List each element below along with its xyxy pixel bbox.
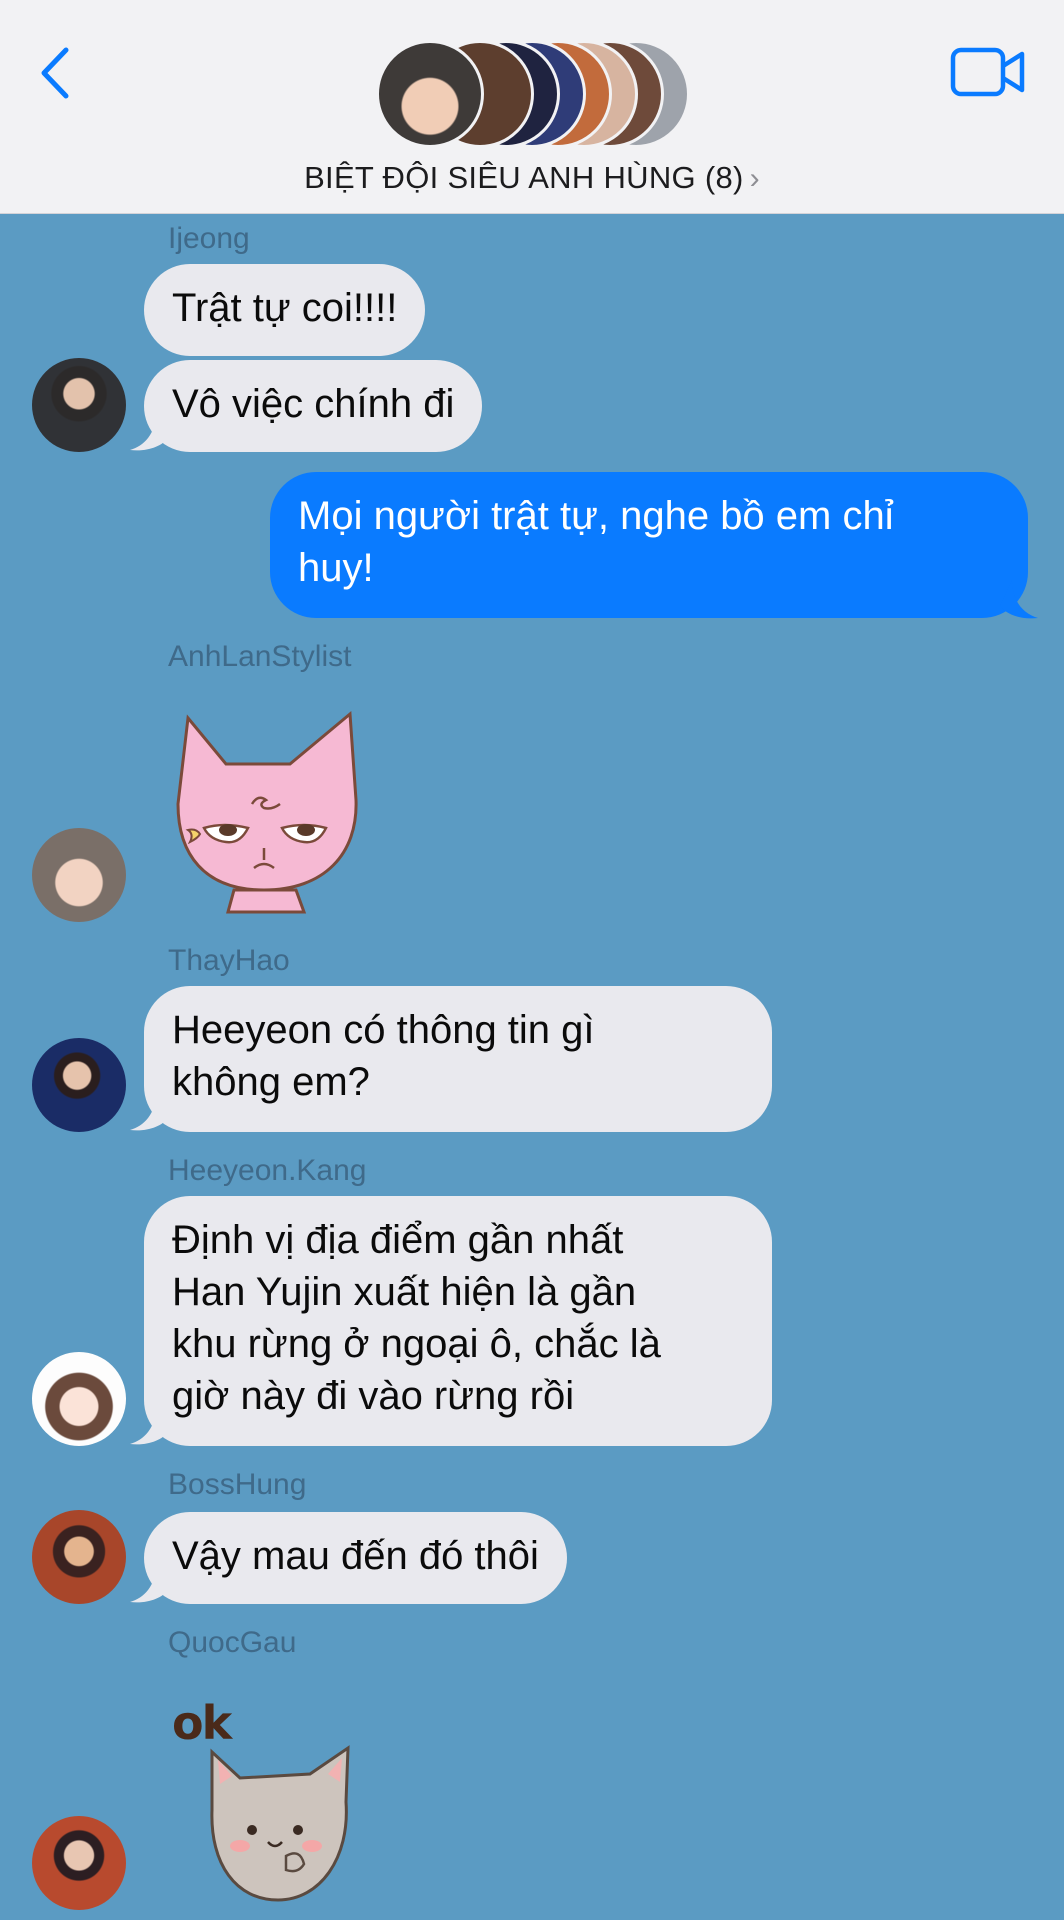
ok-cat-sticker[interactable] xyxy=(200,1740,360,1910)
message-text-line: Heeyeon có thông tin gì xyxy=(172,1008,595,1052)
avatar[interactable] xyxy=(32,1038,126,1132)
chevron-left-icon xyxy=(41,47,69,99)
chevron-right-icon: › xyxy=(749,162,760,195)
message-bubble[interactable]: Vậy mau đến đó thôi xyxy=(144,1512,567,1604)
message-bubble[interactable]: Định vị địa điểm gần nhất Han Yujin xuất… xyxy=(144,1196,772,1446)
group-title[interactable]: BIỆT ĐỘI SIÊU ANH HÙNG (8) › xyxy=(0,160,1064,196)
bubble-tail xyxy=(1000,580,1038,619)
bubble-tail xyxy=(130,1564,168,1603)
avatar[interactable] xyxy=(32,828,126,922)
sender-name: Ijeong xyxy=(168,222,250,255)
avatar[interactable] xyxy=(32,1816,126,1910)
video-camera-icon xyxy=(950,47,1025,97)
avatar[interactable] xyxy=(32,1352,126,1446)
avatar[interactable] xyxy=(32,1510,126,1604)
bubble-tail xyxy=(130,1406,168,1445)
message-text-line: Định vị địa điểm gần nhất xyxy=(172,1218,624,1262)
message-bubble-outgoing[interactable]: Mọi người trật tự, nghe bồ em chỉ huy! xyxy=(270,472,1028,618)
message-text-line: không em? xyxy=(172,1060,370,1104)
message-text-line: giờ này đi vào rừng rồi xyxy=(172,1374,575,1418)
message-bubble[interactable]: Vô việc chính đi xyxy=(144,360,483,452)
message-bubble[interactable]: Heeyeon có thông tin gì không em? xyxy=(144,986,772,1132)
group-title-text: BIỆT ĐỘI SIÊU ANH HÙNG (8) xyxy=(304,160,744,195)
sender-name: QuocGau xyxy=(168,1626,297,1659)
message-text-line: Han Yujin xuất hiện là gần xyxy=(172,1270,637,1314)
group-avatar-stack[interactable] xyxy=(376,40,696,152)
bubble-tail xyxy=(130,1092,168,1131)
message-text-line: Mọi người trật tự, nghe bồ em chỉ xyxy=(298,494,894,538)
pink-cat-sticker[interactable] xyxy=(164,704,364,916)
video-call-button[interactable] xyxy=(950,44,1026,100)
bubble-tail xyxy=(130,412,168,451)
message-bubble[interactable]: Trật tự coi!!!! xyxy=(144,264,426,356)
sender-name: ThayHao xyxy=(168,944,290,977)
message-text-line: huy! xyxy=(298,546,374,590)
back-button[interactable] xyxy=(28,40,88,106)
sender-name: AnhLanStylist xyxy=(168,640,352,673)
chat-header: BIỆT ĐỘI SIÊU ANH HÙNG (8) › xyxy=(0,0,1064,214)
avatar[interactable] xyxy=(32,358,126,452)
sender-name: BossHung xyxy=(168,1468,307,1501)
avatar xyxy=(376,40,484,148)
sender-name: Heeyeon.Kang xyxy=(168,1154,367,1187)
message-text-line: khu rừng ở ngoại ô, chắc là xyxy=(172,1322,661,1366)
